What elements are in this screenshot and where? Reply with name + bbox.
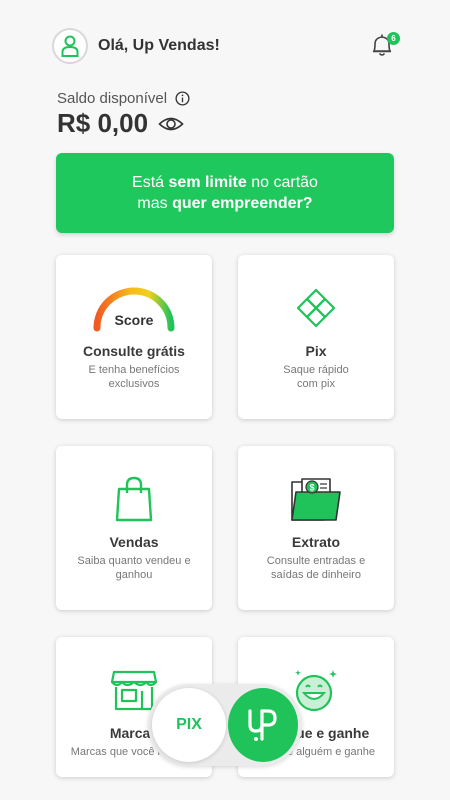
promo-banner[interactable]: Está sem limite no cartão mas quer empre… [56, 153, 394, 233]
card-title: Consulte grátis [83, 343, 185, 359]
card-desc: Saiba quanto vendeu e ganhou [77, 555, 191, 581]
card-score[interactable]: Score Consulte grátis E tenha benefícios… [56, 255, 212, 419]
card-desc: Saque rápido com pix [283, 364, 349, 390]
svg-text:$: $ [309, 483, 314, 493]
user-icon[interactable] [52, 28, 88, 64]
pix-icon [238, 283, 394, 333]
card-desc: Consulte entradas e saídas de dinheiro [266, 555, 366, 581]
score-gauge-label: Score [115, 312, 154, 328]
floating-action-bar: PIX [148, 684, 302, 766]
card-title: Vendas [109, 534, 159, 550]
card-desc: E tenha benefícios exclusivos [88, 364, 180, 390]
balance-amount: R$ 0,00 [57, 108, 149, 138]
greeting-text: Olá, Up Vendas! [98, 37, 220, 54]
bell-icon[interactable]: 6 [370, 32, 400, 60]
info-icon[interactable] [175, 91, 190, 106]
card-title: Pix [305, 343, 327, 359]
eye-icon[interactable] [158, 115, 184, 133]
banner-line-2: mas quer empreender? [137, 195, 313, 212]
notification-badge: 6 [387, 32, 400, 45]
card-pix[interactable]: Pix Saque rápido com pix [238, 255, 394, 419]
card-extrato[interactable]: $ Extrato Consulte entradas e saídas de … [238, 446, 394, 610]
balance-label-text: Saldo disponível [57, 90, 168, 107]
score-gauge-icon: Score [56, 281, 212, 332]
balance-label: Saldo disponível [57, 90, 190, 107]
card-vendas[interactable]: Vendas Saiba quanto vendeu e ganhou [56, 446, 212, 610]
pix-button[interactable]: PIX [152, 688, 226, 762]
up-logo-icon [248, 709, 277, 741]
shopping-bag-icon [56, 474, 212, 524]
header: Olá, Up Vendas! 6 [52, 28, 400, 64]
banner-line-1: Está sem limite no cartão [132, 174, 318, 191]
up-logo-button[interactable] [228, 688, 298, 762]
balance-value: R$ 0,00 [57, 108, 184, 139]
statement-folder-icon: $ [238, 474, 394, 524]
card-title: Extrato [291, 534, 341, 550]
